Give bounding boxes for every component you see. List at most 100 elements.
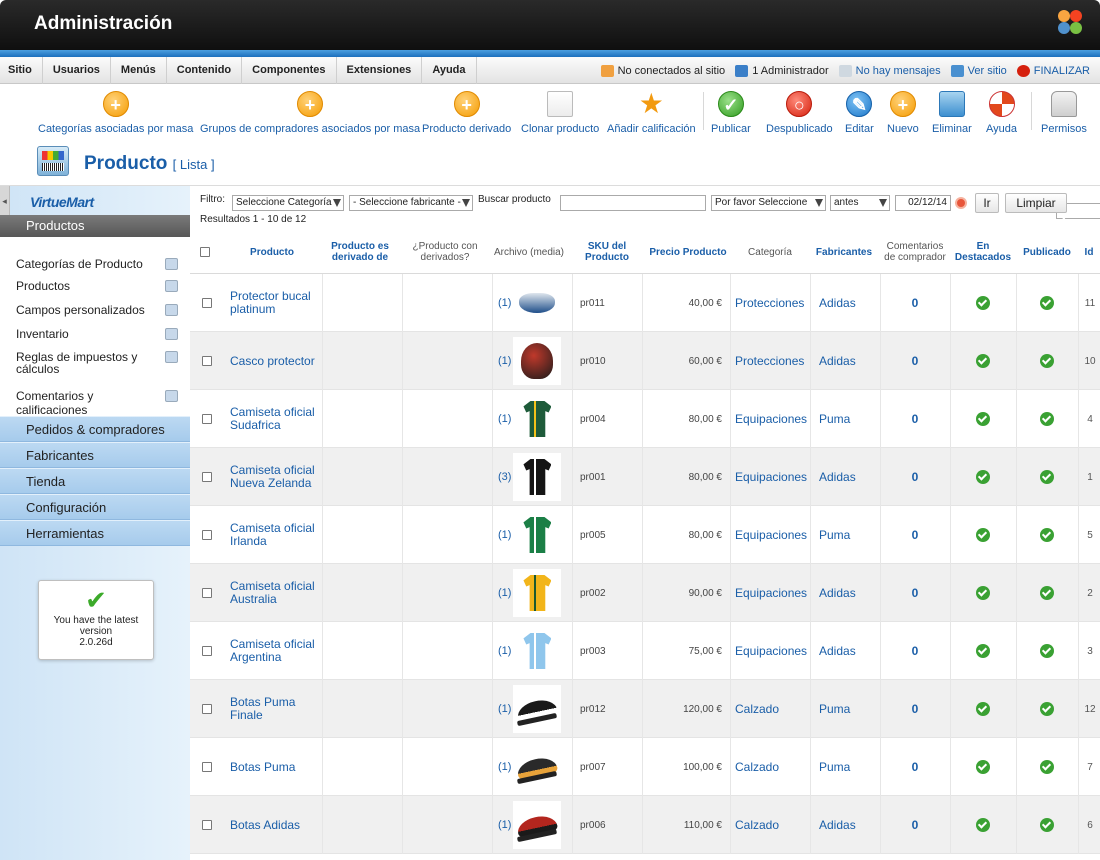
col-fabricantes[interactable]: Fabricantes — [812, 230, 876, 274]
featured-toggle[interactable] — [950, 564, 1016, 622]
row-checkbox[interactable] — [202, 356, 212, 366]
col-destacados[interactable]: En Destacados — [952, 230, 1014, 274]
published-toggle[interactable] — [1016, 680, 1078, 738]
reviews-count[interactable]: 0 — [880, 274, 950, 332]
category-link[interactable]: Calzado — [735, 796, 779, 854]
product-name-link[interactable]: Botas Puma — [230, 738, 318, 796]
product-name-link[interactable]: Camiseta oficial Argentina — [230, 622, 318, 680]
date-input[interactable]: 02/12/14 — [895, 195, 951, 211]
category-link[interactable]: Protecciones — [735, 274, 804, 332]
sidebar-item-campos[interactable]: Campos personalizados — [16, 303, 166, 317]
published-toggle[interactable] — [1016, 622, 1078, 680]
product-thumbnail[interactable] — [513, 569, 562, 617]
manufacturer-link[interactable]: Adidas — [819, 274, 856, 332]
manufacturer-link[interactable]: Puma — [819, 680, 850, 738]
row-checkbox[interactable] — [202, 414, 212, 424]
reviews-count[interactable]: 0 — [880, 738, 950, 796]
delete-button[interactable]: Eliminar — [932, 91, 972, 135]
manufacturer-link[interactable]: Adidas — [819, 332, 856, 390]
menu-sitio[interactable]: Sitio — [0, 57, 43, 84]
row-checkbox[interactable] — [202, 588, 212, 598]
published-toggle[interactable] — [1016, 506, 1078, 564]
publish-button[interactable]: ✓ Publicar — [711, 91, 751, 135]
sidebar-section-herramientas[interactable]: Herramientas — [0, 520, 190, 546]
manufacturer-link[interactable]: Adidas — [819, 622, 856, 680]
sidebar-item-comentarios[interactable]: Comentarios y calificaciones — [16, 389, 166, 417]
reviews-count[interactable]: 0 — [880, 390, 950, 448]
media-count[interactable]: (1) — [498, 529, 511, 541]
period-select[interactable]: antes — [830, 195, 890, 211]
row-checkbox[interactable] — [202, 298, 212, 308]
product-name-link[interactable]: Camiseta oficial Australia — [230, 564, 318, 622]
joomla-logo[interactable]: Joomla! — [1056, 8, 1100, 222]
reset-button[interactable]: Limpiar — [1005, 193, 1067, 213]
category-link[interactable]: Equipaciones — [735, 448, 807, 506]
collapse-sidebar-handle[interactable]: ◂ — [0, 186, 10, 216]
published-toggle[interactable] — [1016, 796, 1078, 854]
col-id[interactable]: Id — [1078, 230, 1100, 274]
featured-toggle[interactable] — [950, 506, 1016, 564]
reviews-count[interactable]: 0 — [880, 622, 950, 680]
media-count[interactable]: (3) — [498, 471, 511, 483]
product-name-link[interactable]: Camiseta oficial Irlanda — [230, 506, 318, 564]
product-thumbnail[interactable] — [513, 511, 562, 559]
media-count[interactable]: (1) — [498, 355, 511, 367]
sidebar-section-tienda[interactable]: Tienda — [0, 468, 190, 494]
product-name-link[interactable]: Camiseta oficial Sudafrica — [230, 390, 318, 448]
published-toggle[interactable] — [1016, 274, 1078, 332]
featured-toggle[interactable] — [950, 796, 1016, 854]
media-count[interactable]: (1) — [498, 819, 511, 831]
manufacturer-select[interactable]: - Seleccione fabricante - — [349, 195, 473, 211]
sidebar-section-productos[interactable]: Productos — [0, 215, 190, 237]
messages-link[interactable]: No hay mensajes — [838, 64, 941, 77]
featured-toggle[interactable] — [950, 332, 1016, 390]
add-rating-button[interactable]: ★ Añadir calificación — [607, 90, 696, 136]
featured-toggle[interactable] — [950, 274, 1016, 332]
row-checkbox[interactable] — [202, 704, 212, 714]
new-button[interactable]: + Nuevo — [887, 91, 919, 135]
row-checkbox[interactable] — [202, 820, 212, 830]
clear-date-icon[interactable] — [955, 197, 967, 209]
menu-menus[interactable]: Menús — [111, 57, 167, 84]
category-link[interactable]: Equipaciones — [735, 564, 807, 622]
category-link[interactable]: Equipaciones — [735, 622, 807, 680]
featured-toggle[interactable] — [950, 390, 1016, 448]
sidebar-item-productos[interactable]: Productos — [16, 279, 166, 293]
cat-assoc-button[interactable]: + Categorías asociadas por masa — [38, 91, 193, 135]
product-thumbnail[interactable] — [513, 337, 562, 385]
derived-product-button[interactable]: + Producto derivado — [422, 91, 511, 135]
clone-product-button[interactable]: Clonar producto — [521, 91, 599, 135]
product-thumbnail[interactable] — [513, 627, 562, 675]
media-count[interactable]: (1) — [498, 413, 511, 425]
reviews-count[interactable]: 0 — [880, 332, 950, 390]
logout-link[interactable]: FINALIZAR — [1016, 64, 1090, 77]
row-checkbox[interactable] — [202, 646, 212, 656]
published-toggle[interactable] — [1016, 448, 1078, 506]
group-assoc-button[interactable]: + Grupos de compradores asociados por ma… — [200, 91, 420, 135]
select-all-checkbox[interactable] — [200, 247, 210, 257]
col-sku[interactable]: SKU del Producto — [572, 230, 642, 274]
featured-toggle[interactable] — [950, 622, 1016, 680]
menu-usuarios[interactable]: Usuarios — [43, 57, 111, 84]
view-site-link[interactable]: Ver sitio — [950, 64, 1007, 77]
manufacturer-link[interactable]: Puma — [819, 506, 850, 564]
manufacturer-link[interactable]: Adidas — [819, 564, 856, 622]
menu-extensiones[interactable]: Extensiones — [337, 57, 423, 84]
sidebar-item-inventario[interactable]: Inventario — [16, 327, 166, 341]
product-name-link[interactable]: Casco protector — [230, 332, 318, 390]
product-name-link[interactable]: Botas Adidas — [230, 796, 318, 854]
published-toggle[interactable] — [1016, 332, 1078, 390]
menu-componentes[interactable]: Componentes — [242, 57, 337, 84]
sidebar-item-categorias[interactable]: Categorías de Producto — [16, 257, 166, 271]
category-link[interactable]: Calzado — [735, 680, 779, 738]
reviews-count[interactable]: 0 — [880, 796, 950, 854]
unpublish-button[interactable]: ○ Despublicado — [766, 91, 833, 135]
product-thumbnail[interactable] — [513, 453, 562, 501]
help-button[interactable]: Ayuda — [986, 91, 1017, 135]
media-count[interactable]: (1) — [498, 297, 511, 309]
featured-toggle[interactable] — [950, 448, 1016, 506]
featured-toggle[interactable] — [950, 680, 1016, 738]
go-button[interactable]: Ir — [975, 193, 999, 213]
col-producto[interactable]: Producto — [226, 230, 318, 274]
published-toggle[interactable] — [1016, 738, 1078, 796]
